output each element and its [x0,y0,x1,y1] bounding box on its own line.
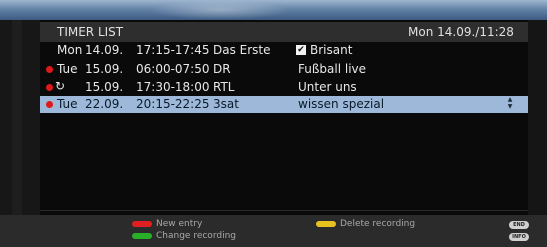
scroll-arrows-icon[interactable]: ▲ ▼ [506,96,514,113]
checkbox-checked-icon[interactable]: ✔ [296,45,306,55]
timer-title: Brisant [310,43,353,57]
change-recording-label[interactable]: Change recording [156,231,236,241]
timer-title: Fußball live [298,62,367,76]
timer-channel: RTL [213,80,235,94]
timer-day: Tue [57,97,78,111]
left-margin-stripe [12,20,22,215]
timer-time: 17:15-17:45 [136,43,210,57]
timer-row[interactable]: Mon 14.09. 17:15-17:45 Das Erste ✔ Brisant [40,42,528,59]
timer-date: 15.09. [85,62,124,76]
page-title: TIMER LIST [57,25,124,39]
timer-date: 15.09. [85,80,124,94]
timer-row[interactable]: Tue 22.09. 20:15-22:25 3sat wissen spezial ▲ ▼ [40,96,528,113]
timer-list-header: TIMER LIST Mon 14.09./11:28 [40,22,528,42]
red-dot-icon [46,84,53,91]
timer-title: Unter uns [298,80,357,94]
end-key-icon[interactable]: END [509,221,529,229]
red-key-icon[interactable] [132,221,152,227]
timer-channel: 3sat [213,97,239,111]
left-margin [0,20,40,215]
yellow-key-icon[interactable] [316,221,336,227]
timer-time: 20:15-22:25 [136,97,210,111]
new-entry-label[interactable]: New entry [156,219,202,229]
timer-date: 22.09. [85,97,124,111]
date-time-display: Mon 14.09./11:28 [408,25,514,39]
delete-recording-label[interactable]: Delete recording [340,219,415,229]
timer-row[interactable]: ↻ 15.09. 17:30-18:00 RTL Unter uns [40,79,528,96]
timer-channel: Das Erste [213,43,271,57]
red-dot-icon [46,66,53,73]
right-margin [528,20,547,215]
timer-time: 06:00-07:50 [136,62,210,76]
timer-date: 14.09. [85,43,124,57]
timer-title: wissen spezial [298,97,385,111]
timer-channel: DR [213,62,231,76]
timer-day: Mon [57,43,83,57]
red-dot-icon [46,101,53,108]
list-divider [40,210,528,211]
title-strip-highlight [150,0,290,20]
green-key-icon[interactable] [132,233,152,239]
info-key-icon[interactable]: INFO [509,233,529,241]
top-title-strip [0,0,547,20]
timer-time: 17:30-18:00 [136,80,210,94]
footer-bar: New entry Change recording Delete record… [0,215,547,247]
repeat-icon: ↻ [55,79,66,93]
timer-row[interactable]: Tue 15.09. 06:00-07:50 DR Fußball live [40,61,528,78]
timer-day: Tue [57,62,78,76]
